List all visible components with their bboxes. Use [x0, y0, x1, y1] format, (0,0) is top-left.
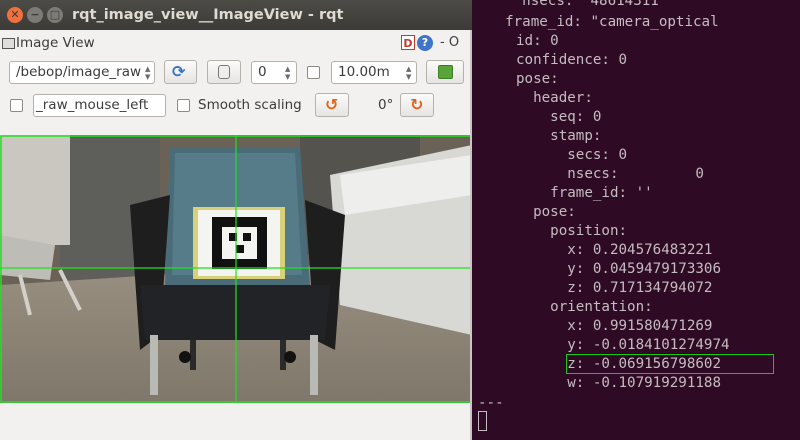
- terminal-line: frame_id: '': [516, 185, 653, 201]
- timeout-value: 10.00m: [338, 64, 390, 80]
- window-titlebar[interactable]: ✕ − □ rqt_image_view__ImageView - rqt: [0, 0, 472, 30]
- help-icon[interactable]: ?: [417, 35, 433, 51]
- terminal-line: nsecs: 48614311: [488, 0, 659, 9]
- topic-combobox-arrows[interactable]: ▲ ▼: [145, 65, 150, 81]
- minimize-window-button[interactable]: −: [27, 7, 43, 23]
- mouse-topic-value: _raw_mouse_left: [36, 97, 149, 113]
- timeout-spinbox-arrows[interactable]: ▲ ▼: [406, 65, 411, 81]
- terminal-line: frame_id: "camera_optical: [488, 14, 719, 30]
- minimize-icon: −: [30, 8, 40, 21]
- maximize-window-button[interactable]: □: [47, 7, 63, 23]
- maximize-icon: □: [49, 8, 61, 21]
- terminal-line: header:: [516, 90, 593, 106]
- smooth-scaling-label: Smooth scaling: [198, 97, 302, 113]
- timeout-spinbox[interactable]: 10.00m: [331, 61, 417, 84]
- terminal-line: nsecs: 0: [516, 166, 704, 182]
- dock-icon[interactable]: D: [401, 35, 415, 50]
- terminal-line: secs: 0: [516, 147, 628, 163]
- save-image-button[interactable]: [426, 60, 464, 84]
- rotate-ccw-button[interactable]: ↺: [315, 93, 349, 117]
- undock-close-controls[interactable]: - O: [440, 35, 459, 50]
- terminal-line: confidence: 0: [516, 52, 628, 68]
- save-icon: [438, 65, 453, 79]
- highlight-box: [566, 354, 774, 374]
- terminal-line: seq: 0: [516, 109, 602, 125]
- camera-image: [0, 135, 472, 403]
- rqt-window: ✕ − □ rqt_image_view__ImageView - rqt Im…: [0, 0, 472, 440]
- rotate-icon: [218, 65, 230, 79]
- publish-mouse-checkbox[interactable]: [10, 99, 23, 112]
- plugin-title: Image View: [16, 35, 95, 51]
- terminal-line: pose:: [516, 204, 576, 220]
- rotation-spinbox-value: 0: [258, 64, 267, 80]
- topic-value: /bebop/image_raw: [16, 64, 142, 80]
- rotation-label: 0°: [378, 97, 394, 113]
- timeout-checkbox[interactable]: [307, 66, 320, 79]
- mouse-topic-field[interactable]: _raw_mouse_left: [33, 94, 166, 117]
- topic-combobox[interactable]: /bebop/image_raw: [9, 61, 155, 84]
- terminal-line: w: -0.107919291188: [516, 375, 721, 391]
- rotation-spinbox-arrows[interactable]: ▲ ▼: [285, 65, 290, 81]
- terminal-line: y: 0.0459479173306: [516, 261, 721, 277]
- terminal[interactable]: nsecs: 48614311 frame_id: "camera_optica…: [472, 0, 800, 440]
- terminal-cursor: [478, 411, 487, 431]
- terminal-line: x: 0.204576483221: [516, 242, 713, 258]
- rotate-cw-button[interactable]: ↻: [400, 93, 434, 117]
- terminal-line: x: 0.991580471269: [516, 318, 713, 334]
- terminal-line: orientation:: [516, 299, 653, 315]
- close-icon: ✕: [10, 8, 20, 21]
- terminal-line: id: 0: [516, 33, 559, 49]
- close-window-button[interactable]: ✕: [7, 7, 23, 23]
- rotate-cw-icon: ↻: [410, 95, 424, 114]
- terminal-line: y: -0.0184101274974: [516, 337, 730, 353]
- terminal-line: stamp:: [516, 128, 602, 144]
- terminal-line: pose:: [516, 71, 559, 87]
- status-bar: [0, 403, 472, 440]
- terminal-line: position:: [516, 223, 628, 239]
- refresh-topics-button[interactable]: ⟳: [164, 60, 197, 84]
- rotate-left-button[interactable]: [207, 60, 241, 84]
- rotate-ccw-icon: ↺: [325, 95, 339, 114]
- refresh-icon: ⟳: [172, 62, 186, 81]
- terminal-line: z: 0.717134794072: [516, 280, 713, 296]
- image-view-canvas[interactable]: [0, 135, 472, 403]
- smooth-scaling-checkbox[interactable]: [177, 99, 190, 112]
- window-title: rqt_image_view__ImageView - rqt: [72, 7, 344, 23]
- plugin-icon: [2, 38, 15, 49]
